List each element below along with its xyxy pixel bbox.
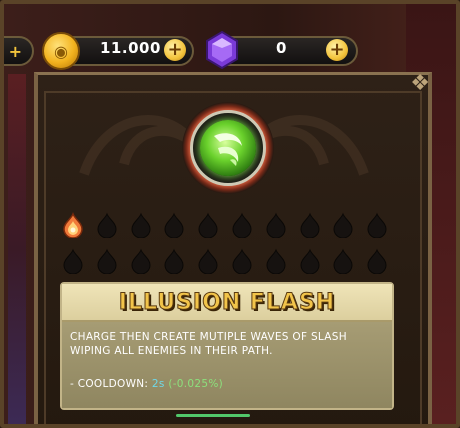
cooldown-line: - COOLDOWN: 2s (-0.025%) — [70, 378, 223, 390]
empty-drop-icon — [161, 248, 187, 275]
empty-drop-icon — [330, 248, 356, 275]
purple-gem-icon — [204, 30, 240, 70]
empty-drop-icon — [60, 248, 86, 275]
empty-drop-icon — [229, 248, 255, 275]
empty-drop-icon — [263, 212, 289, 239]
empty-drop-icon — [128, 248, 154, 275]
chevron-right-icon: + — [8, 42, 22, 61]
empty-drop-icon — [364, 212, 390, 239]
description-body: CHARGE THEN CREATE MUTIPLE WAVES OF SLAS… — [62, 322, 392, 408]
gem-amount: 0 — [276, 39, 287, 57]
empty-drop-icon — [195, 248, 221, 275]
empty-drop-icon — [128, 212, 154, 239]
coin-amount: 11.000 — [100, 39, 161, 57]
empty-drop-icon — [330, 212, 356, 239]
empty-drop-icon — [364, 248, 390, 275]
partial-currency-pill: + — [4, 36, 34, 66]
empty-drop-icon — [195, 212, 221, 239]
empty-drop-icon — [263, 248, 289, 275]
empty-drop-icon — [161, 212, 187, 239]
upgrade-slot-grid — [60, 211, 400, 278]
cooldown-label: - COOLDOWN: — [70, 378, 152, 390]
skill-name: ILLUSION FLASH — [118, 289, 336, 315]
cooldown-modifier: (-0.025%) — [168, 378, 224, 390]
empty-drop-icon — [297, 212, 323, 239]
empty-drop-icon — [94, 248, 120, 275]
cooldown-value: 2s — [151, 378, 165, 390]
green-slash-icon[interactable] — [200, 120, 256, 176]
empty-drop-icon — [229, 212, 255, 239]
add-coins-button[interactable]: + — [164, 39, 186, 61]
ornament-corner-icon: ❖ — [410, 71, 430, 96]
scroll-indicator — [176, 414, 250, 417]
add-gems-button[interactable]: + — [326, 39, 348, 61]
title-bar: ILLUSION FLASH — [62, 284, 392, 322]
empty-drop-icon — [94, 212, 120, 239]
game-screen: + ◉ 11.000 + 0 + ❖ ILLUSION FLASH CHARGE… — [0, 0, 460, 428]
flame-drop-icon — [60, 211, 86, 239]
empty-drop-icon — [297, 248, 323, 275]
background-left-strip — [8, 74, 26, 424]
skill-description: CHARGE THEN CREATE MUTIPLE WAVES OF SLAS… — [70, 331, 347, 357]
skill-info-card: ILLUSION FLASH CHARGE THEN CREATE MUTIPL… — [60, 282, 394, 410]
gold-coin-icon: ◉ — [42, 32, 80, 70]
